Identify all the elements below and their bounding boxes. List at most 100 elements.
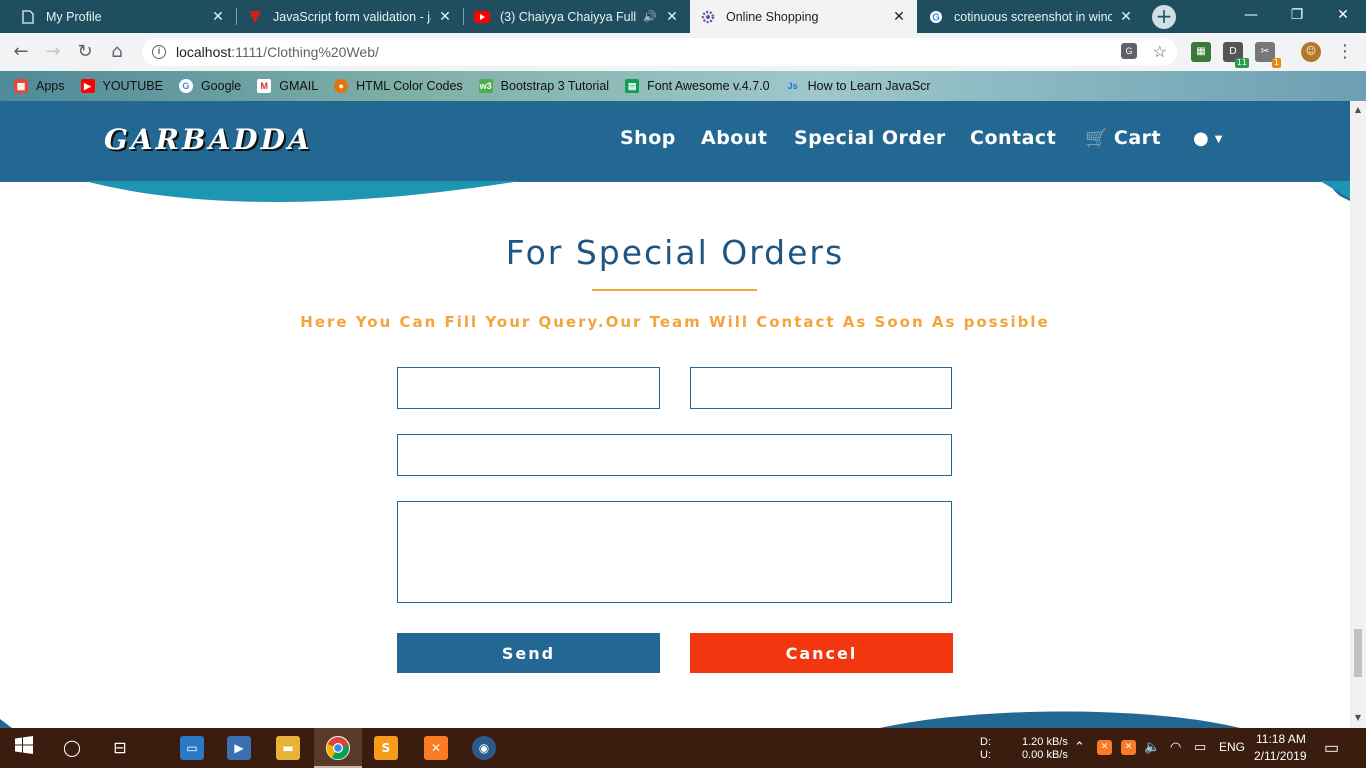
translate-icon[interactable]: G bbox=[1121, 43, 1137, 59]
xampp-tray-icon[interactable]: ✕ bbox=[1121, 740, 1136, 755]
clock-date[interactable]: 2/11/2019 bbox=[1254, 749, 1307, 763]
restore-button[interactable]: ❐ bbox=[1274, 0, 1320, 32]
close-icon[interactable]: ✕ bbox=[1118, 8, 1134, 25]
nav-cart[interactable]: 🛒 Cart bbox=[1085, 127, 1161, 149]
back-icon[interactable]: ← bbox=[10, 41, 32, 63]
send-button[interactable]: Send bbox=[397, 633, 660, 673]
task-view-icon[interactable]: ⊟ bbox=[108, 736, 132, 760]
bookmark-label: Apps bbox=[36, 79, 65, 93]
js-icon: Js bbox=[787, 81, 798, 91]
user-menu[interactable]: ● ▼ bbox=[1193, 128, 1222, 149]
tab-google-search[interactable]: G cotinuous screenshot in windo ✕ bbox=[918, 0, 1144, 33]
app-icon[interactable]: ◉ bbox=[472, 736, 496, 760]
language-indicator[interactable]: ENG bbox=[1219, 740, 1245, 754]
nav-contact[interactable]: Contact bbox=[970, 127, 1056, 149]
bookmark-label: GMAIL bbox=[279, 79, 319, 93]
speaker-icon[interactable]: 🔊 bbox=[642, 10, 658, 23]
windows-start-icon[interactable] bbox=[12, 736, 36, 760]
chrome-icon[interactable] bbox=[326, 736, 350, 760]
close-icon[interactable]: ✕ bbox=[891, 8, 907, 25]
url-host: localhost bbox=[176, 44, 232, 60]
second-input[interactable] bbox=[690, 367, 952, 409]
bookmark-font-awesome[interactable]: ▤ Font Awesome v.4.7.0 bbox=[625, 79, 770, 93]
nav-special-order[interactable]: Special Order bbox=[794, 127, 946, 149]
scroll-down-icon[interactable]: ▼ bbox=[1350, 713, 1366, 722]
svg-text:G: G bbox=[932, 12, 940, 23]
menu-icon[interactable]: ⋮ bbox=[1334, 41, 1356, 63]
computer-app-icon[interactable]: ▭ bbox=[180, 736, 204, 760]
minimize-button[interactable]: — bbox=[1228, 0, 1274, 32]
extension-icon[interactable]: ✂ 1 bbox=[1255, 42, 1281, 68]
youtube-icon bbox=[474, 9, 490, 25]
third-input[interactable] bbox=[397, 434, 952, 476]
nav-shop[interactable]: Shop bbox=[620, 127, 676, 149]
tab-js-validation[interactable]: JavaScript form validation - jav ✕ bbox=[237, 0, 463, 33]
bookmark-star-icon[interactable]: ☆ bbox=[1153, 42, 1167, 62]
reload-icon[interactable]: ↻ bbox=[74, 41, 96, 63]
net-up-label: U: bbox=[980, 749, 991, 761]
page-icon bbox=[20, 9, 36, 25]
home-icon[interactable]: ⌂ bbox=[106, 41, 128, 63]
xampp-icon[interactable]: ✕ bbox=[424, 736, 448, 760]
bookmark-label: Font Awesome v.4.7.0 bbox=[647, 79, 770, 93]
w3-icon: w3 bbox=[478, 79, 493, 93]
bookmark-youtube[interactable]: ▶ YOUTUBE bbox=[80, 79, 163, 93]
cart-icon: 🛒 bbox=[1085, 128, 1108, 149]
scrollbar-thumb[interactable] bbox=[1354, 629, 1362, 677]
title-underline bbox=[592, 289, 757, 291]
tab-youtube[interactable]: (3) Chaiyya Chaiyya Full Vi 🔊 ✕ bbox=[464, 0, 690, 33]
tray-chevron-icon[interactable]: ⌃ bbox=[1074, 739, 1085, 755]
address-bar[interactable]: i localhost:1111/Clothing%20Web/ G ☆ bbox=[142, 38, 1177, 66]
url-path: :1111/Clothing%20Web/ bbox=[231, 44, 379, 60]
scroll-up-icon[interactable]: ▲ bbox=[1350, 105, 1366, 114]
site-logo[interactable]: GARBADDA bbox=[104, 123, 313, 156]
youtube-icon: ▶ bbox=[80, 79, 95, 93]
search-circle-icon[interactable]: ◯ bbox=[60, 736, 84, 760]
new-tab-button[interactable]: + bbox=[1152, 5, 1176, 29]
nav-about[interactable]: About bbox=[701, 127, 767, 149]
first-input[interactable] bbox=[397, 367, 660, 409]
media-app-icon[interactable]: ▶ bbox=[227, 736, 251, 760]
page-title: For Special Orders bbox=[505, 233, 845, 272]
bookmark-google[interactable]: G Google bbox=[178, 79, 242, 93]
clock-time[interactable]: 11:18 AM bbox=[1256, 732, 1306, 746]
close-icon[interactable]: ✕ bbox=[664, 8, 680, 25]
tab-strip: My Profile ✕ JavaScript form validation … bbox=[0, 0, 1366, 33]
bookmarks-bar: ▦ Apps ▶ YOUTUBE G Google M GMAIL ● HTML Colo… bbox=[0, 71, 1366, 101]
tab-my-profile[interactable]: My Profile ✕ bbox=[10, 0, 236, 33]
tab-online-shopping[interactable]: Online Shopping ✕ bbox=[690, 0, 917, 33]
extension-icon[interactable]: ▦ bbox=[1191, 42, 1211, 62]
bookmark-label: Bootstrap 3 Tutorial bbox=[500, 79, 610, 93]
tab-title: JavaScript form validation - jav bbox=[273, 9, 431, 24]
bookmark-label: Google bbox=[200, 79, 242, 93]
bookmark-html-color-codes[interactable]: ● HTML Color Codes bbox=[334, 79, 463, 93]
extension-icon[interactable]: D 11 bbox=[1223, 42, 1249, 68]
user-icon: ● bbox=[1193, 128, 1209, 149]
apps-icon: ▦ bbox=[14, 79, 28, 93]
forward-icon[interactable]: → bbox=[42, 41, 64, 63]
message-textarea[interactable] bbox=[397, 501, 952, 603]
site-header: GARBADDA Shop About Special Order Contac… bbox=[0, 101, 1350, 182]
sublime-text-icon[interactable]: S bbox=[374, 736, 398, 760]
bookmark-label: HTML Color Codes bbox=[356, 79, 463, 93]
net-down-label: D: bbox=[980, 736, 991, 748]
browser-toolbar: ← → ↻ ⌂ i localhost:1111/Clothing%20Web/… bbox=[0, 33, 1366, 71]
avatar[interactable]: ☺ bbox=[1301, 42, 1321, 62]
close-window-button[interactable]: ✕ bbox=[1320, 0, 1366, 32]
bookmark-gmail[interactable]: M GMAIL bbox=[257, 79, 318, 93]
info-icon[interactable]: i bbox=[152, 45, 166, 59]
bookmark-label: How to Learn JavaScr bbox=[807, 79, 931, 93]
bookmark-learn-js[interactable]: Js How to Learn JavaScr bbox=[786, 79, 931, 93]
notifications-icon[interactable]: ▭ bbox=[1324, 738, 1339, 758]
xampp-tray-icon[interactable]: ✕ bbox=[1097, 740, 1112, 755]
bookmark-bootstrap[interactable]: w3 Bootstrap 3 Tutorial bbox=[478, 79, 610, 93]
page-scrollbar[interactable]: ▲ ▼ bbox=[1350, 101, 1366, 728]
file-explorer-icon[interactable]: ▬ bbox=[276, 736, 300, 760]
volume-icon[interactable]: 🔈 bbox=[1144, 739, 1160, 755]
cancel-button[interactable]: Cancel bbox=[690, 633, 953, 673]
battery-icon[interactable]: ▭ bbox=[1194, 739, 1206, 755]
bookmark-apps[interactable]: ▦ Apps bbox=[14, 79, 65, 93]
close-icon[interactable]: ✕ bbox=[210, 8, 226, 25]
close-icon[interactable]: ✕ bbox=[437, 8, 453, 25]
wifi-icon[interactable]: ◠ bbox=[1170, 739, 1181, 755]
